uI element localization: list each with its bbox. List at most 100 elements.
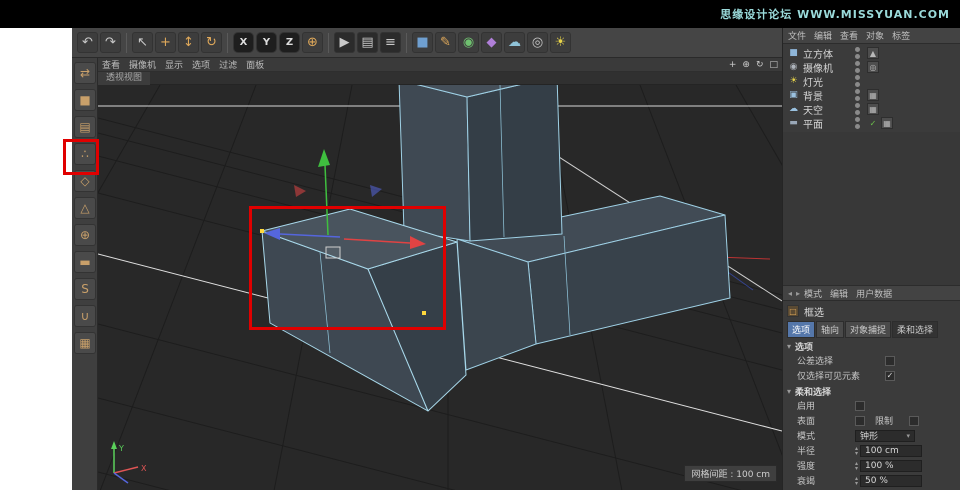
viewport-menu-view[interactable]: 查看 (102, 58, 120, 71)
caret-down-icon: ▾ (787, 342, 791, 351)
make-editable-icon[interactable]: ⇄ (74, 62, 96, 84)
move-tool-icon[interactable]: + (155, 32, 176, 53)
magnet-snap-icon[interactable]: ∪ (74, 305, 96, 327)
perspective-view-tab[interactable]: 透视视图 (98, 72, 150, 85)
falloff-stepper[interactable]: ▴▾ (855, 476, 858, 486)
check-tag-icon[interactable]: ✓ (867, 117, 879, 129)
camera-tag-icon[interactable]: ◎ (867, 61, 879, 73)
redo-icon[interactable]: ↷ (100, 32, 121, 53)
viewport-menu-cameras[interactable]: 摄像机 (129, 58, 156, 71)
visible-only-row: 仅选择可见元素 ✓ (787, 368, 956, 383)
viewport-menu-options[interactable]: 选项 (192, 58, 210, 71)
tab-axis[interactable]: 轴向 (816, 321, 844, 338)
polygons-mode-icon[interactable]: △ (74, 197, 96, 219)
left-mode-palette: ⇄ ■ ▤ ∴ ◇ △ ⊕ ▬ S ∪ ▦ (72, 58, 98, 490)
user-data-menu[interactable]: 用户数据 (856, 287, 892, 300)
object-row-background[interactable]: ▣ 背景 ▦ (783, 88, 960, 102)
live-selection-icon[interactable]: ↖ (132, 32, 153, 53)
visibility-dots[interactable] (855, 116, 860, 130)
rotate-tool-icon[interactable]: ↻ (201, 32, 222, 53)
undo-icon[interactable]: ↶ (77, 32, 98, 53)
texture-mode-icon[interactable]: ▤ (74, 116, 96, 138)
toggle-view-icon[interactable]: □ (769, 60, 778, 70)
edit-menu[interactable]: 编辑 (830, 287, 848, 300)
attribute-mode-bar: ◂ ▸ 模式 编辑 用户数据 (783, 285, 960, 301)
snap-icon[interactable]: S (74, 278, 96, 300)
soft-limit-checkbox[interactable] (909, 416, 919, 426)
visible-only-checkbox[interactable]: ✓ (885, 371, 895, 381)
soft-mode-dropdown[interactable]: 钟形 ▾ (855, 430, 915, 442)
panel-filler (783, 132, 960, 285)
primitive-cube-icon[interactable]: ■ (412, 32, 433, 53)
object-row-plane[interactable]: ▬ 平面 ✓ ▦ (783, 116, 960, 130)
sky-object-icon: ☁ (787, 104, 800, 114)
texture-tag-icon[interactable]: ▦ (867, 89, 879, 101)
render-settings-icon[interactable]: ≡ (380, 32, 401, 53)
viewport-menu-filter[interactable]: 过滤 (219, 58, 237, 71)
texture-tag-icon[interactable]: ▦ (881, 117, 893, 129)
attribute-manager: □ 框选 选项 轴向 对象捕捉 柔和选择 ▾ 选项 公差选择 仅选择可见元素 ✓ (783, 301, 960, 490)
generator-icon[interactable]: ◉ (458, 32, 479, 53)
rotate-view-icon[interactable]: ↻ (756, 60, 764, 70)
coordinate-system-icon[interactable]: ⊕ (302, 32, 323, 53)
pan-view-icon[interactable]: + (729, 60, 737, 70)
strength-stepper[interactable]: ▴▾ (855, 461, 858, 471)
light-tool-icon[interactable]: ☀ (550, 32, 571, 53)
workplane-mode-icon[interactable]: ▬ (74, 251, 96, 273)
object-row-light[interactable]: ☀ 灯光 (783, 74, 960, 88)
visibility-dots[interactable] (855, 88, 860, 102)
soft-surface-row: 表面 限制 (787, 413, 956, 428)
app-window: 思缘设计论坛 WWW.MISSYUAN.COM ↶ ↷ ↖ + ↕ ↻ X Y … (0, 0, 960, 499)
x-axis-lock-button[interactable]: X (233, 32, 254, 53)
falloff-field[interactable]: 50 % (860, 475, 922, 487)
tab-options[interactable]: 选项 (787, 321, 815, 338)
toolbar-separator (328, 33, 329, 53)
forward-icon[interactable]: ▸ (796, 289, 800, 298)
options-section-header[interactable]: ▾ 选项 (787, 340, 956, 353)
visibility-dots[interactable] (855, 60, 860, 74)
render-picture-viewer-icon[interactable]: ▤ (357, 32, 378, 53)
soft-selection-section-header[interactable]: ▾ 柔和选择 (787, 385, 956, 398)
radius-field[interactable]: 100 cm (860, 445, 922, 457)
axis-mode-icon[interactable]: ⊕ (74, 224, 96, 246)
om-menu-file[interactable]: 文件 (788, 29, 806, 42)
plane-object-icon: ▬ (787, 118, 800, 128)
om-menu-view[interactable]: 查看 (840, 29, 858, 42)
om-menu-tags[interactable]: 标签 (892, 29, 910, 42)
viewport-menu-panel[interactable]: 面板 (246, 58, 264, 71)
viewport-menu-display[interactable]: 显示 (165, 58, 183, 71)
toolbar-separator (406, 33, 407, 53)
om-menu-object[interactable]: 对象 (866, 29, 884, 42)
om-menu-edit[interactable]: 编辑 (814, 29, 832, 42)
tolerant-selection-checkbox[interactable] (885, 356, 895, 366)
mode-menu[interactable]: 模式 (804, 287, 822, 300)
soft-enable-checkbox[interactable] (855, 401, 865, 411)
visibility-dots[interactable] (855, 102, 860, 116)
object-row-cube[interactable]: ■ 立方体 ▲ (783, 46, 960, 60)
scale-tool-icon[interactable]: ↕ (178, 32, 199, 53)
spline-pen-icon[interactable]: ✎ (435, 32, 456, 53)
tab-object-snap[interactable]: 对象捕捉 (845, 321, 891, 338)
strength-field[interactable]: 100 % (860, 460, 922, 472)
back-icon[interactable]: ◂ (788, 289, 792, 298)
camera-tool-icon[interactable]: ◎ (527, 32, 548, 53)
visibility-dots[interactable] (855, 46, 860, 60)
z-axis-lock-button[interactable]: Z (279, 32, 300, 53)
tab-soft-selection[interactable]: 柔和选择 (892, 321, 938, 338)
y-axis-lock-button[interactable]: Y (256, 32, 277, 53)
camera-object-icon: ◉ (787, 62, 800, 72)
texture-tag-icon[interactable]: ▦ (867, 103, 879, 115)
attribute-tabs: 选项 轴向 对象捕捉 柔和选择 (787, 321, 956, 338)
render-view-icon[interactable]: ▶ (334, 32, 355, 53)
radius-stepper[interactable]: ▴▾ (855, 446, 858, 456)
zoom-view-icon[interactable]: ⊕ (742, 60, 750, 70)
environment-icon[interactable]: ☁ (504, 32, 525, 53)
soft-surface-checkbox[interactable] (855, 416, 865, 426)
visibility-dots[interactable] (855, 74, 860, 88)
object-row-camera[interactable]: ◉ 摄像机 ◎ (783, 60, 960, 74)
object-row-sky[interactable]: ☁ 天空 ▦ (783, 102, 960, 116)
uv-mode-icon[interactable]: ▦ (74, 332, 96, 354)
model-mode-icon[interactable]: ■ (74, 89, 96, 111)
deformer-icon[interactable]: ◆ (481, 32, 502, 53)
polygon-tag-icon[interactable]: ▲ (867, 47, 879, 59)
